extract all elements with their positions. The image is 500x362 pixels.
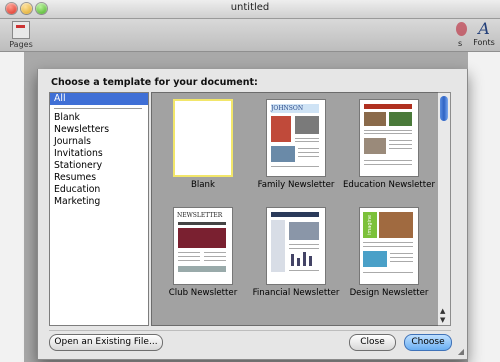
template-thumbnail[interactable]: JOHNSON	[266, 99, 326, 177]
category-item-resumes[interactable]: Resumes	[50, 172, 148, 184]
template-design-newsletter[interactable]: imagine Design Newsletter	[343, 207, 435, 298]
template-label: Family Newsletter	[257, 180, 335, 190]
pages-label: Pages	[9, 40, 33, 49]
template-club-newsletter[interactable]: NEWSLETTER Club Newsletter	[157, 207, 249, 298]
thumb-title-text: imagine	[363, 212, 377, 238]
category-item-stationery[interactable]: Stationery	[50, 160, 148, 172]
template-gallery: Blank JOHNSON Family Newsletter Educatio…	[151, 92, 440, 326]
template-education-newsletter[interactable]: Education Newsletter	[343, 99, 435, 190]
title-bar: untitled	[0, 0, 500, 19]
window-title: untitled	[230, 2, 270, 13]
thumb-title-text: JOHNSON	[271, 104, 319, 113]
category-item-blank[interactable]: Blank	[50, 112, 148, 124]
divider	[49, 330, 451, 331]
template-financial-newsletter[interactable]: Financial Newsletter	[250, 207, 342, 298]
template-chooser-sheet: Choose a template for your document: All…	[37, 69, 468, 360]
template-thumbnail[interactable]: imagine	[359, 207, 419, 285]
scroll-thumb[interactable]	[440, 96, 448, 121]
category-item-invitations[interactable]: Invitations	[50, 148, 148, 160]
close-button[interactable]: Close	[349, 334, 396, 351]
pages-icon	[12, 21, 30, 39]
document-page-left	[0, 52, 24, 362]
template-label: Financial Newsletter	[252, 288, 340, 298]
category-list[interactable]: All Blank Newsletters Journals Invitatio…	[49, 92, 149, 326]
resize-grip-icon[interactable]: ◢	[458, 347, 464, 356]
scroll-up-arrow-icon[interactable]: ▲	[440, 307, 445, 315]
document-page-right	[468, 52, 500, 362]
fonts-tool[interactable]: A Fonts	[470, 19, 498, 48]
template-label: Design Newsletter	[349, 288, 429, 298]
document-area: Choose a template for your document: All…	[0, 52, 500, 362]
category-item-education[interactable]: Education	[50, 184, 148, 196]
toolbar: Pages s A Fonts	[0, 19, 500, 52]
open-existing-file-button[interactable]: Open an Existing File...	[49, 334, 163, 351]
fonts-label: Fonts	[473, 38, 495, 47]
template-label: Education Newsletter	[343, 180, 435, 190]
gallery-scrollbar[interactable]: ▲ ▼	[438, 92, 451, 326]
category-item-journals[interactable]: Journals	[50, 136, 148, 148]
thumb-title-text: NEWSLETTER	[177, 212, 223, 219]
sheet-title: Choose a template for your document:	[51, 77, 258, 88]
category-item-newsletters[interactable]: Newsletters	[50, 124, 148, 136]
template-blank[interactable]: Blank	[157, 99, 249, 190]
partial-toolbar-label: s	[458, 39, 463, 48]
choose-button[interactable]: Choose	[404, 334, 452, 351]
colors-icon[interactable]	[456, 22, 467, 36]
template-label: Club Newsletter	[168, 288, 238, 298]
fonts-icon: A	[478, 19, 490, 38]
pages-tool[interactable]: Pages	[6, 21, 36, 49]
category-divider	[54, 108, 142, 109]
scroll-down-arrow-icon[interactable]: ▼	[440, 316, 445, 324]
template-family-newsletter[interactable]: JOHNSON Family Newsletter	[250, 99, 342, 190]
category-item-all[interactable]: All	[50, 93, 148, 105]
template-thumbnail[interactable]	[173, 99, 233, 177]
template-thumbnail[interactable]: NEWSLETTER	[173, 207, 233, 285]
template-thumbnail[interactable]	[359, 99, 419, 177]
template-label: Blank	[191, 180, 215, 190]
template-thumbnail[interactable]	[266, 207, 326, 285]
category-item-marketing[interactable]: Marketing	[50, 196, 148, 208]
